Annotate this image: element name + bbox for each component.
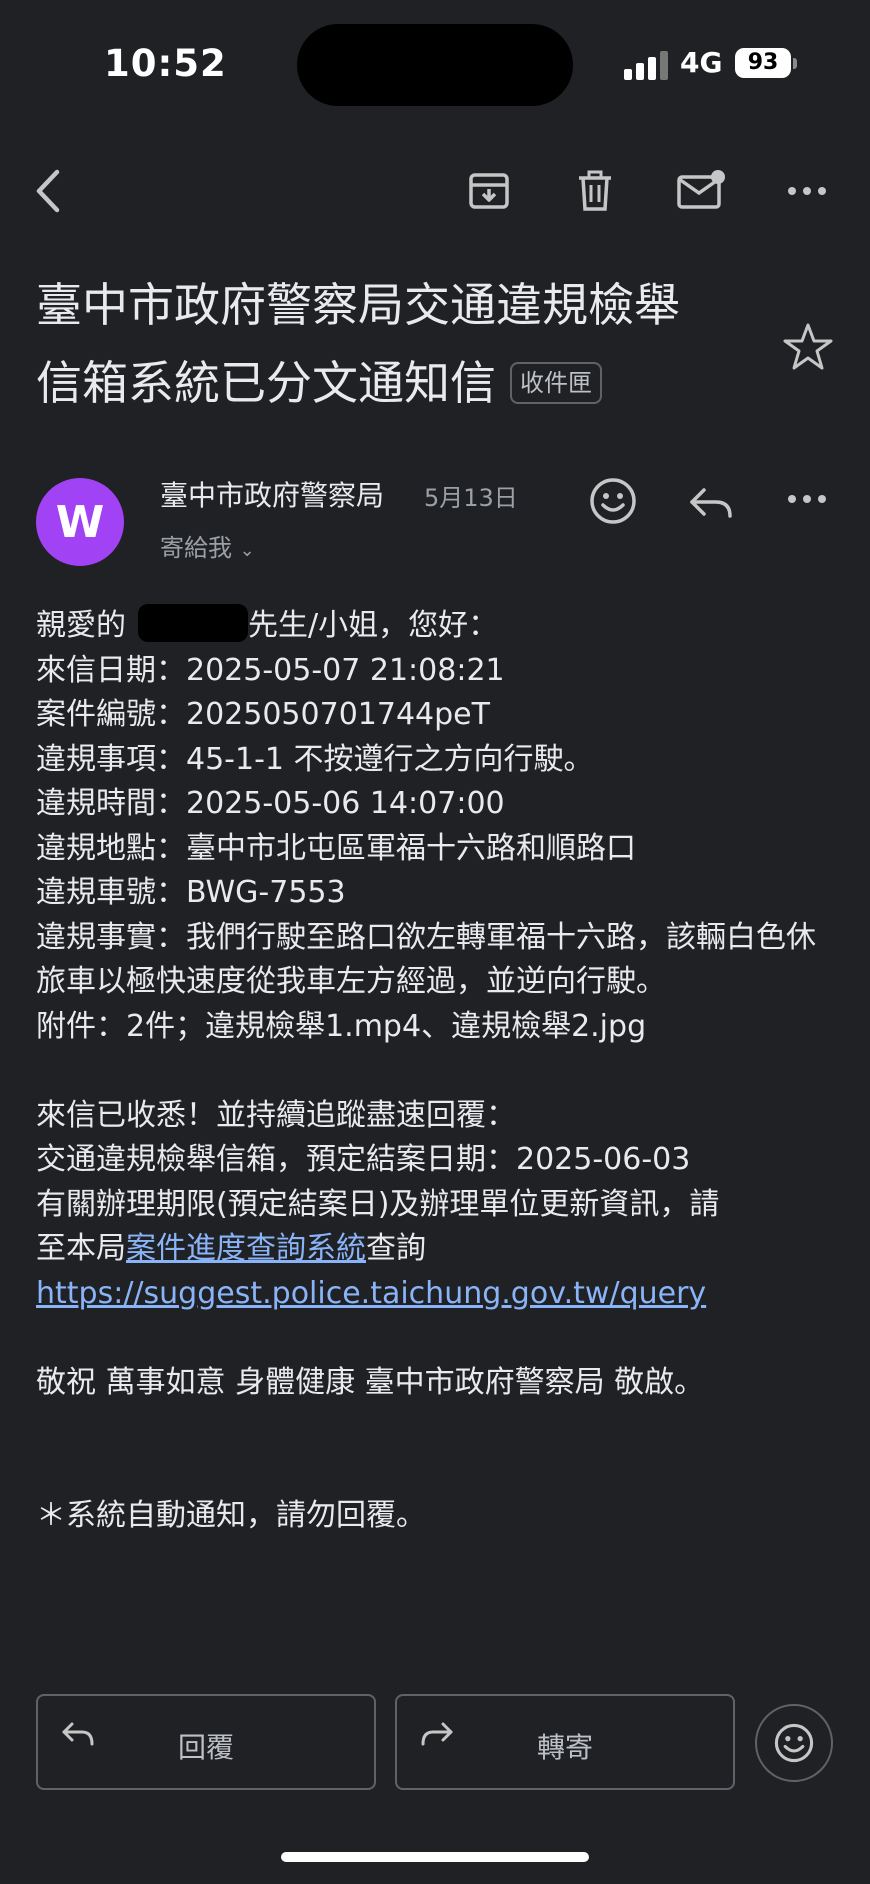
body-line: 來信日期：2025-05-07 21:08:21 bbox=[36, 652, 505, 688]
recipient-toggle[interactable]: 寄給我 ⌄ bbox=[160, 528, 255, 563]
greeting: 親愛的 先生/小姐，您好： bbox=[36, 603, 836, 649]
back-icon[interactable] bbox=[24, 166, 74, 216]
query-url-link[interactable]: https://suggest.police.taichung.gov.tw/q… bbox=[36, 1276, 706, 1311]
more-icon[interactable] bbox=[782, 474, 832, 524]
sender-name[interactable]: 臺中市政府警察局 bbox=[160, 474, 384, 514]
emoji-reaction-icon[interactable] bbox=[588, 476, 638, 526]
dynamic-island bbox=[297, 24, 573, 106]
greeting-suffix: 先生/小姐，您好： bbox=[248, 608, 499, 643]
body-line: 有關辦理期限(預定結案日)及辦理單位更新資訊，請 bbox=[36, 1186, 720, 1222]
forward-button[interactable]: 轉寄 bbox=[395, 1694, 735, 1790]
emoji-icon bbox=[774, 1723, 814, 1763]
star-icon[interactable] bbox=[781, 320, 835, 374]
query-prefix: 至本局 bbox=[36, 1231, 126, 1266]
body-line: 違規車號：BWG-7553 bbox=[36, 875, 346, 910]
recipient-label: 寄給我 bbox=[160, 534, 232, 562]
reply-label: 回覆 bbox=[177, 1731, 234, 1764]
battery-level: 93 bbox=[735, 48, 791, 78]
body-line: 附件：2件；違規檢舉1.mp4、違規檢舉2.jpg bbox=[36, 1008, 647, 1044]
email-body: 親愛的 先生/小姐，您好： 來信日期：2025-05-07 21:08:21 案件… bbox=[36, 603, 836, 1539]
status-bar: 10:52 4G 93 bbox=[0, 0, 870, 130]
battery-icon bbox=[793, 58, 797, 69]
subject-line: 臺中市政府警察局交通違規檢舉 bbox=[36, 278, 680, 332]
archive-icon[interactable] bbox=[464, 166, 514, 216]
query-line: 至本局案件進度查詢系統查詢 bbox=[36, 1227, 836, 1272]
signal-icon bbox=[624, 50, 672, 80]
inbox-label[interactable]: 收件匣 bbox=[510, 361, 602, 404]
emoji-reaction-button[interactable] bbox=[755, 1704, 833, 1782]
body-line: 交通違規檢舉信箱，預定結案日期：2025-06-03 bbox=[36, 1142, 691, 1177]
status-time: 10:52 bbox=[104, 42, 227, 85]
redacted-name bbox=[138, 603, 248, 642]
chevron-down-icon: ⌄ bbox=[239, 540, 255, 561]
more-icon[interactable] bbox=[782, 166, 832, 216]
email-subject: 臺中市政府警察局交通違規檢舉 信箱系統已分文通知信 收件匣 bbox=[36, 266, 756, 422]
body-line: 違規時間：2025-05-06 14:07:00 bbox=[36, 786, 505, 821]
delete-icon[interactable] bbox=[570, 166, 620, 216]
forward-label: 轉寄 bbox=[536, 1731, 593, 1764]
home-indicator[interactable] bbox=[281, 1852, 589, 1862]
mark-unread-icon[interactable] bbox=[676, 166, 726, 216]
subject-line: 信箱系統已分文通知信 收件匣 bbox=[36, 344, 756, 422]
reply-button[interactable]: 回覆 bbox=[36, 1694, 376, 1790]
query-suffix: 查詢 bbox=[366, 1231, 426, 1266]
body-line: 違規地點：臺中市北屯區軍福十六路和順路口 bbox=[36, 830, 636, 866]
avatar[interactable]: W bbox=[36, 478, 124, 566]
query-system-link[interactable]: 案件進度查詢系統 bbox=[126, 1231, 366, 1266]
body-line: 違規事項：45-1-1 不按遵行之方向行駛。 bbox=[36, 741, 594, 777]
email-date: 5月13日 bbox=[424, 484, 518, 512]
auto-notice: ＊系統自動通知，請勿回覆。 bbox=[36, 1498, 426, 1533]
network-type: 4G bbox=[680, 46, 723, 79]
body-line: 案件編號：2025050701744peT bbox=[36, 697, 490, 732]
reply-icon[interactable] bbox=[686, 478, 736, 528]
body-line: 來信已收悉！並持續追蹤盡速回覆： bbox=[36, 1097, 516, 1133]
greeting-prefix: 親愛的 bbox=[36, 608, 126, 643]
body-line: 違規事實：我們行駛至路口欲左轉軍福十六路，該輛白色休旅車以極快速度從我車左方經過… bbox=[36, 919, 816, 1000]
subject-line-text: 信箱系統已分文通知信 bbox=[36, 356, 496, 410]
closing-line: 敬祝 萬事如意 身體健康 臺中市政府警察局 敬啟。 bbox=[36, 1364, 705, 1400]
